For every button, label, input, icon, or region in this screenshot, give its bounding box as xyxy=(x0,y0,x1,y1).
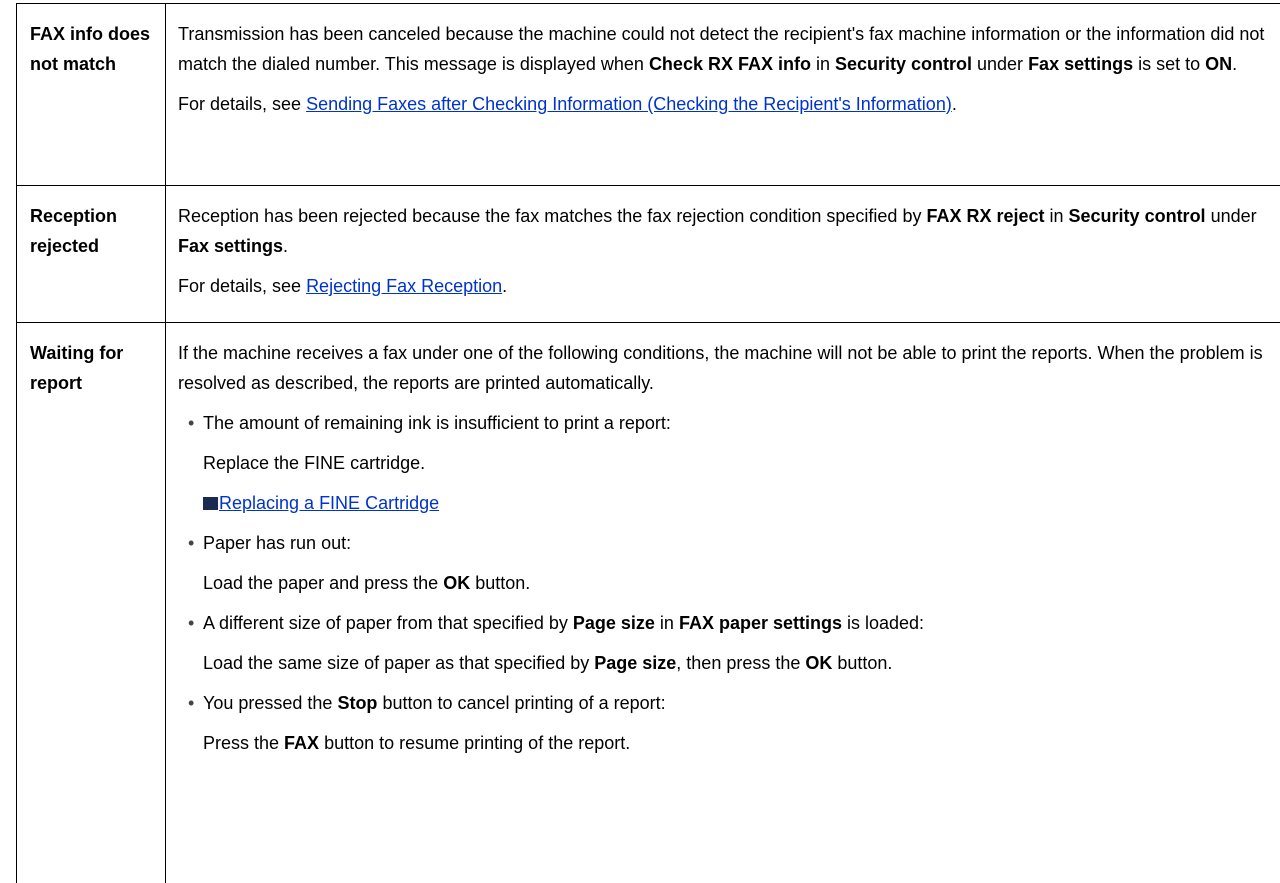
reference-arrow-icon xyxy=(203,497,218,510)
list-item: • You pressed the Stop button to cancel p… xyxy=(188,688,1280,718)
row-description: Transmission has been canceled because t… xyxy=(166,4,1280,185)
condition-list: • The amount of remaining ink is insuffic… xyxy=(178,408,1280,758)
rejecting-fax-reception-link[interactable]: Rejecting Fax Reception xyxy=(306,276,502,296)
fax-message-table: FAX info does not match Transmission has… xyxy=(16,0,1280,883)
list-item: • A different size of paper from that spe… xyxy=(188,608,1280,638)
details-paragraph: For details, see Sending Faxes after Che… xyxy=(178,94,957,114)
row-description: If the machine receives a fax under one … xyxy=(166,323,1280,883)
row-heading: Waiting for report xyxy=(16,323,166,883)
reference-line: Replacing a FINE Cartridge xyxy=(203,488,1280,518)
action-text: Load the paper and press the OK button. xyxy=(203,573,531,593)
checking-recipient-info-link[interactable]: Sending Faxes after Checking Information… xyxy=(306,94,952,114)
bullet-icon: • xyxy=(188,613,195,633)
bullet-icon: • xyxy=(188,693,195,713)
table-row-waiting-for-report: Waiting for report If the machine receiv… xyxy=(16,323,1280,883)
row-heading: Reception rejected xyxy=(16,186,166,322)
description-paragraph: If the machine receives a fax under one … xyxy=(178,343,1263,393)
description-paragraph: Transmission has been canceled because t… xyxy=(178,24,1265,74)
action-text: Load the same size of paper as that spec… xyxy=(203,653,893,673)
bullet-icon: • xyxy=(188,533,195,553)
replacing-fine-cartridge-link[interactable]: Replacing a FINE Cartridge xyxy=(219,493,439,513)
row-description: Reception has been rejected because the … xyxy=(166,186,1280,322)
table-row-reception-rejected: Reception rejected Reception has been re… xyxy=(16,186,1280,323)
list-item: • The amount of remaining ink is insuffic… xyxy=(188,408,1280,438)
action-text: Press the FAX button to resume printing … xyxy=(203,733,631,753)
row-heading: FAX info does not match xyxy=(16,4,166,185)
table-row-fax-info: FAX info does not match Transmission has… xyxy=(16,3,1280,186)
description-paragraph: Reception has been rejected because the … xyxy=(178,206,1257,256)
action-text: Replace the FINE cartridge. xyxy=(203,453,426,473)
bullet-icon: • xyxy=(188,413,195,433)
list-item: • Paper has run out: xyxy=(188,528,1280,558)
details-paragraph: For details, see Rejecting Fax Reception… xyxy=(178,276,508,296)
